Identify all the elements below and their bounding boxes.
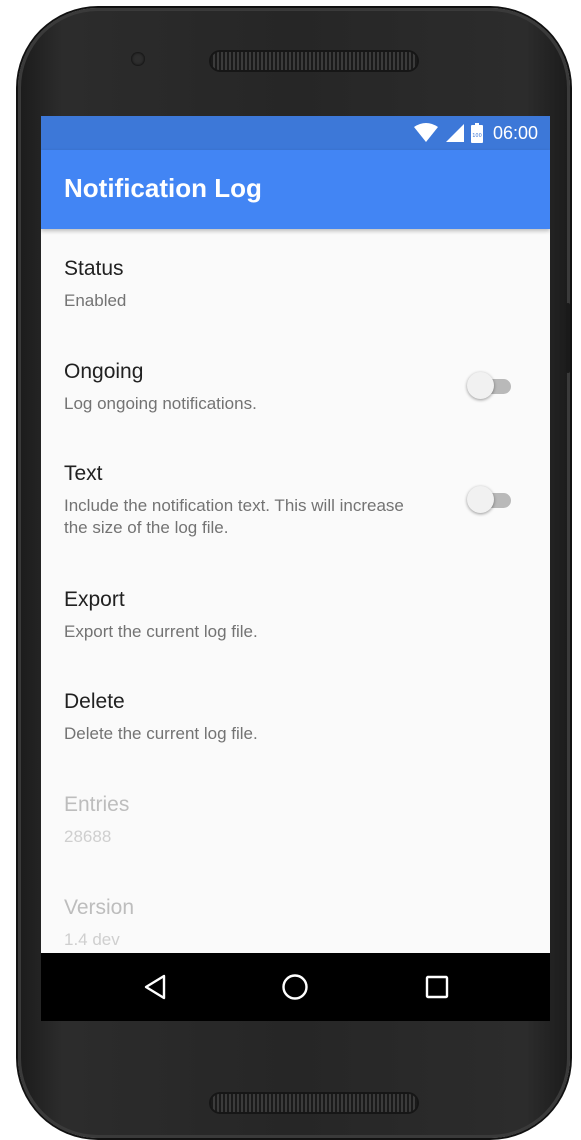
recents-button[interactable] bbox=[417, 967, 457, 1007]
pref-title: Entries bbox=[64, 793, 130, 816]
battery-icon: 100 bbox=[470, 123, 483, 143]
pref-summary: Log ongoing notifications. bbox=[64, 394, 257, 413]
pref-title: Version bbox=[64, 896, 135, 919]
bottom-speaker bbox=[211, 1094, 417, 1112]
pref-summary: Export the current log file. bbox=[64, 622, 258, 641]
switch-thumb bbox=[467, 372, 494, 399]
navigation-bar bbox=[41, 953, 550, 1021]
pref-entries: Entries 28688 bbox=[41, 793, 550, 853]
back-button[interactable] bbox=[135, 967, 175, 1007]
pref-delete[interactable]: Delete Delete the current log file. bbox=[41, 690, 550, 750]
switch-thumb bbox=[467, 486, 494, 513]
pref-ongoing[interactable]: Ongoing Log ongoing notifications. bbox=[41, 360, 550, 420]
app-title: Notification Log bbox=[64, 173, 262, 203]
pref-summary: 1.4 dev bbox=[64, 930, 120, 949]
pref-text[interactable]: Text Include the notification text. This… bbox=[41, 462, 550, 542]
home-icon bbox=[282, 974, 308, 1000]
back-icon bbox=[144, 974, 166, 1000]
top-speaker bbox=[211, 52, 417, 70]
cell-signal-icon bbox=[445, 124, 464, 142]
text-switch[interactable] bbox=[467, 486, 513, 514]
recents-icon bbox=[425, 975, 449, 999]
svg-text:100: 100 bbox=[472, 133, 482, 139]
front-camera bbox=[131, 52, 145, 66]
screen: 100 06:00 Notification Log Status Enable… bbox=[41, 116, 550, 1021]
home-button[interactable] bbox=[275, 967, 315, 1007]
pref-summary: Delete the current log file. bbox=[64, 724, 258, 743]
pref-summary: 28688 bbox=[64, 827, 112, 846]
pref-title: Text bbox=[64, 462, 103, 485]
pref-title: Status bbox=[64, 257, 124, 280]
wifi-icon bbox=[413, 123, 438, 142]
pref-export[interactable]: Export Export the current log file. bbox=[41, 588, 550, 648]
status-bar: 100 06:00 bbox=[41, 116, 550, 150]
pref-title: Delete bbox=[64, 690, 125, 713]
pref-summary: Include the notification text. This will… bbox=[64, 496, 404, 537]
pref-summary: Enabled bbox=[64, 291, 127, 310]
status-icons: 100 06:00 bbox=[413, 116, 538, 150]
pref-status[interactable]: Status Enabled bbox=[41, 257, 550, 317]
power-button bbox=[566, 303, 570, 373]
pref-title: Export bbox=[64, 588, 125, 611]
app-bar: Notification Log bbox=[41, 150, 550, 229]
status-time: 06:00 bbox=[492, 122, 538, 143]
pref-title: Ongoing bbox=[64, 360, 144, 383]
pref-version: Version 1.4 dev bbox=[41, 896, 550, 956]
ongoing-switch[interactable] bbox=[467, 372, 513, 400]
